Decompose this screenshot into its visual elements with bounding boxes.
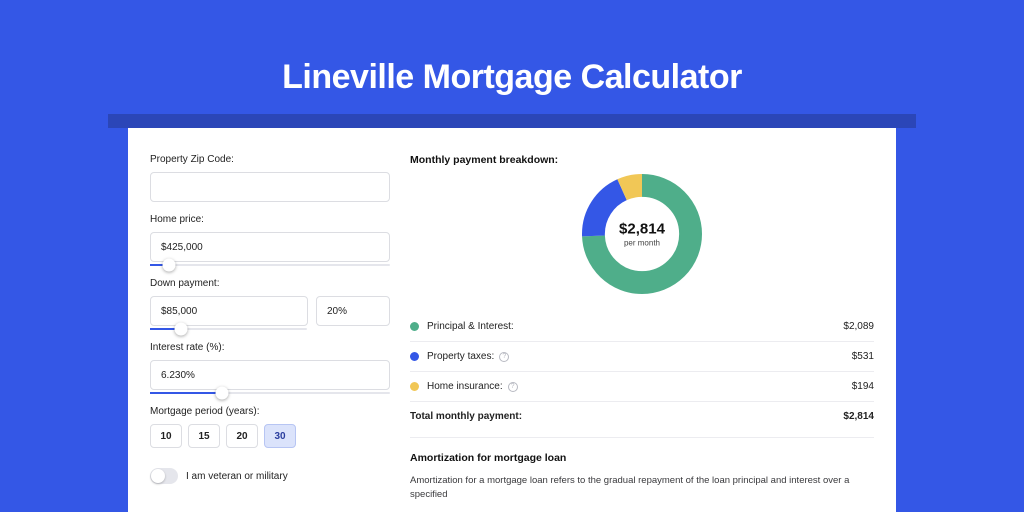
home-price-slider-thumb[interactable] <box>163 259 176 272</box>
legend-row: Home insurance:? $194 <box>410 371 874 401</box>
interest-label: Interest rate (%): <box>150 342 390 353</box>
total-value: $2,814 <box>843 411 874 422</box>
info-icon[interactable]: ? <box>508 382 518 392</box>
breakdown-column: Monthly payment breakdown: $2,814 per mo… <box>410 154 874 512</box>
card-shadow <box>108 114 916 128</box>
period-button-30[interactable]: 30 <box>264 424 296 448</box>
down-payment-input[interactable] <box>150 296 308 326</box>
legend-row: Principal & Interest: $2,089 <box>410 312 874 341</box>
zip-group: Property Zip Code: <box>150 154 390 202</box>
down-payment-slider[interactable] <box>150 328 307 330</box>
interest-group: Interest rate (%): <box>150 342 390 394</box>
legend-swatch <box>410 352 419 361</box>
interest-slider[interactable] <box>150 392 390 394</box>
legend-swatch <box>410 382 419 391</box>
veteran-row: I am veteran or military <box>150 468 390 484</box>
interest-slider-thumb[interactable] <box>216 387 229 400</box>
legend-value: $194 <box>852 381 874 392</box>
breakdown-title: Monthly payment breakdown: <box>410 154 874 166</box>
legend-label: Principal & Interest: <box>427 321 514 332</box>
info-icon[interactable]: ? <box>499 352 509 362</box>
veteran-toggle[interactable] <box>150 468 178 484</box>
period-button-20[interactable]: 20 <box>226 424 258 448</box>
down-payment-group: Down payment: <box>150 278 390 330</box>
period-button-10[interactable]: 10 <box>150 424 182 448</box>
home-price-group: Home price: <box>150 214 390 266</box>
legend-swatch <box>410 322 419 331</box>
amortization-body: Amortization for a mortgage loan refers … <box>410 474 874 503</box>
form-column: Property Zip Code: Home price: Down paym… <box>150 154 390 512</box>
breakdown-legend: Principal & Interest: $2,089 Property taxe… <box>410 312 874 401</box>
total-row: Total monthly payment: $2,814 <box>410 401 874 431</box>
donut-amount: $2,814 <box>619 221 665 238</box>
home-price-slider[interactable] <box>150 264 390 266</box>
period-group: Mortgage period (years): 10152030 <box>150 406 390 448</box>
calculator-card: Property Zip Code: Home price: Down paym… <box>128 128 896 512</box>
veteran-toggle-knob <box>151 469 165 483</box>
period-label: Mortgage period (years): <box>150 406 390 417</box>
legend-value: $531 <box>852 351 874 362</box>
page-title: Lineville Mortgage Calculator <box>0 0 1024 97</box>
legend-value: $2,089 <box>843 321 874 332</box>
legend-label: Property taxes:? <box>427 351 509 362</box>
donut-chart: $2,814 per month <box>582 174 702 294</box>
total-label: Total monthly payment: <box>410 411 522 422</box>
home-price-input[interactable] <box>150 232 390 262</box>
zip-label: Property Zip Code: <box>150 154 390 165</box>
down-payment-slider-thumb[interactable] <box>175 323 188 336</box>
legend-row: Property taxes:? $531 <box>410 341 874 371</box>
zip-input[interactable] <box>150 172 390 202</box>
down-payment-label: Down payment: <box>150 278 390 289</box>
veteran-label: I am veteran or military <box>186 471 288 482</box>
down-payment-pct-input[interactable] <box>316 296 390 326</box>
period-button-15[interactable]: 15 <box>188 424 220 448</box>
amortization-title: Amortization for mortgage loan <box>410 452 874 464</box>
donut-center: $2,814 per month <box>619 221 665 248</box>
amortization-section: Amortization for mortgage loan Amortizat… <box>410 437 874 503</box>
period-buttons: 10152030 <box>150 424 390 448</box>
donut-sub: per month <box>619 239 665 248</box>
legend-label: Home insurance:? <box>427 381 518 392</box>
interest-input[interactable] <box>150 360 390 390</box>
home-price-label: Home price: <box>150 214 390 225</box>
